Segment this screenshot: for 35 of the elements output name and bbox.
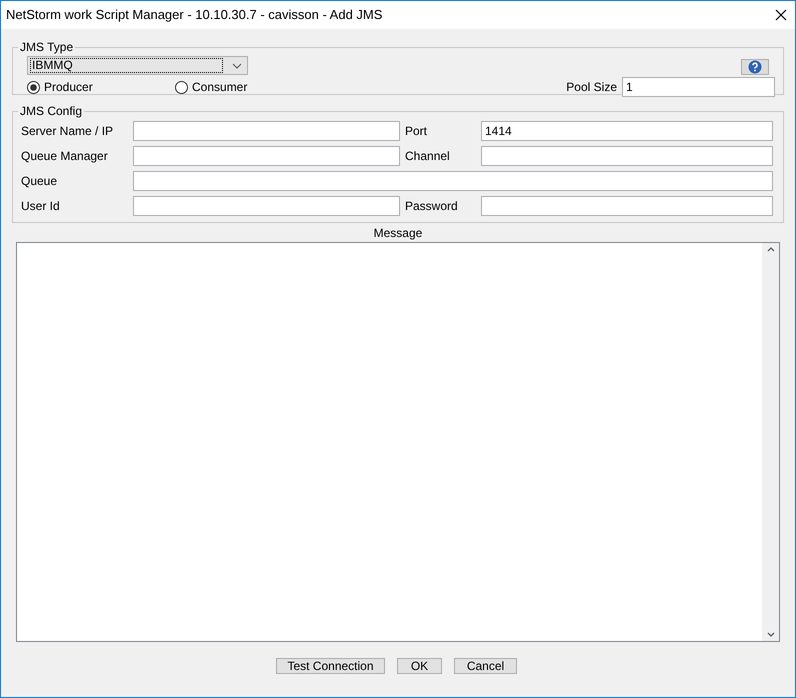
radio-label: Consumer xyxy=(192,79,248,96)
text-field[interactable] xyxy=(133,121,400,141)
group-label: JMS Type xyxy=(19,39,74,56)
scroll-up-icon[interactable] xyxy=(766,247,774,252)
close-icon[interactable] xyxy=(775,9,787,21)
text-field[interactable] xyxy=(133,196,400,216)
field-label: Channel xyxy=(405,148,451,165)
pool-size-label: Pool Size xyxy=(566,79,617,96)
scroll-down-icon[interactable] xyxy=(766,632,774,637)
radio-label: Producer xyxy=(44,79,93,96)
field-label: Queue xyxy=(21,173,58,190)
field-label: User Id xyxy=(21,198,61,215)
field-label: Port xyxy=(405,123,428,140)
window-title: NetStorm work Script Manager - 10.10.30.7 - cavisson - Add JMS xyxy=(6,6,384,24)
field-label: Server Name / IP xyxy=(21,123,114,140)
caret-icon xyxy=(232,62,242,68)
message-label: Message xyxy=(372,225,424,242)
field-label: Password xyxy=(405,198,459,215)
help-button[interactable] xyxy=(741,59,769,75)
text-field[interactable] xyxy=(481,196,773,216)
radio-button[interactable] xyxy=(27,80,40,94)
text-field[interactable] xyxy=(133,171,773,191)
pool-size-field[interactable]: 1 xyxy=(622,77,775,97)
text-field[interactable] xyxy=(133,146,400,166)
dialog-button[interactable]: Cancel xyxy=(454,658,517,674)
group-label: JMS Config xyxy=(19,103,84,120)
dialog-button[interactable]: OK xyxy=(397,658,442,674)
text-field[interactable]: 1414 xyxy=(481,121,773,141)
dialog-button[interactable]: Test Connection xyxy=(276,658,385,674)
scrollbar[interactable] xyxy=(762,243,779,641)
radio-button[interactable] xyxy=(175,80,188,94)
text-field[interactable] xyxy=(481,146,773,166)
help-icon xyxy=(748,60,762,74)
field-label: Queue Manager xyxy=(21,148,109,165)
jms-type-dropdown[interactable]: IBMMQ xyxy=(27,56,248,75)
